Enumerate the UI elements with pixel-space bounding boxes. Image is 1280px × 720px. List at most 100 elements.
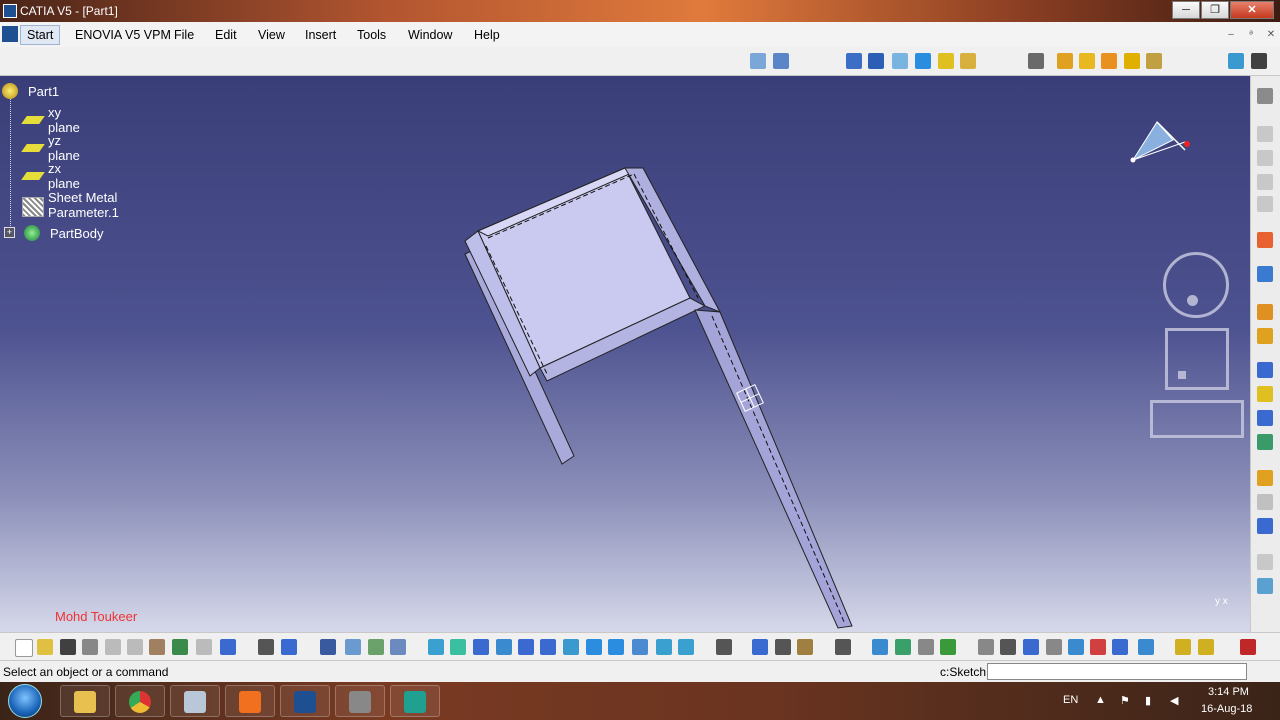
close-button[interactable]: ✕ — [1230, 1, 1274, 19]
compass-icon[interactable] — [1125, 112, 1205, 172]
hole-icon[interactable] — [1257, 304, 1273, 320]
unfold-icon[interactable] — [1146, 53, 1162, 69]
menu-enovia[interactable]: ENOVIA V5 VPM — [75, 28, 171, 42]
swap-visible-space-icon[interactable] — [750, 53, 766, 69]
menu-window[interactable]: Window — [408, 28, 452, 42]
create-plane-icon[interactable] — [960, 53, 976, 69]
sheet-metal-parameters-icon[interactable] — [1028, 53, 1044, 69]
zoom-in-icon[interactable] — [518, 639, 534, 655]
sketcher-icon[interactable] — [1257, 88, 1273, 104]
help-icon[interactable] — [220, 639, 236, 655]
zoom-navigation-icon[interactable] — [1150, 400, 1244, 438]
undo-icon[interactable] — [172, 639, 188, 655]
parameters-icon[interactable] — [1112, 639, 1128, 655]
fit-all-icon[interactable] — [846, 53, 862, 69]
flange-icon[interactable] — [1101, 53, 1117, 69]
menu-insert[interactable]: Insert — [305, 28, 336, 42]
publication-icon[interactable] — [390, 639, 406, 655]
taskbar-pen-tool[interactable] — [335, 685, 385, 717]
capture-icon[interactable] — [835, 639, 851, 655]
cut-icon[interactable] — [105, 639, 121, 655]
inertia-icon[interactable] — [1257, 174, 1273, 190]
bend-icon[interactable] — [1124, 53, 1140, 69]
wall-icon[interactable] — [1057, 53, 1073, 69]
scene-icon[interactable] — [940, 639, 956, 655]
lighting-icon[interactable] — [918, 639, 934, 655]
apply-material-icon[interactable] — [872, 639, 888, 655]
catalog-icon[interactable] — [1228, 53, 1244, 69]
boolean-icon[interactable] — [1138, 639, 1154, 655]
menu-file[interactable]: File — [174, 28, 194, 42]
constraint-icon[interactable] — [1000, 639, 1016, 655]
deactivate-icon[interactable] — [1090, 639, 1106, 655]
apply-material-icon[interactable] — [1257, 196, 1273, 212]
fit-all-in-icon[interactable] — [450, 639, 466, 655]
pattern-icon[interactable] — [1257, 434, 1273, 450]
pan-icon[interactable] — [473, 639, 489, 655]
fly-mode-icon[interactable] — [428, 639, 444, 655]
start-menu-icon[interactable] — [2, 26, 18, 42]
project-icon[interactable] — [716, 639, 732, 655]
command-input[interactable] — [987, 663, 1247, 680]
shading-icon[interactable] — [938, 53, 954, 69]
tray-arrow-icon[interactable]: ▲ — [1095, 694, 1106, 706]
open-icon[interactable] — [37, 639, 53, 655]
restore-button[interactable]: ❐ — [1201, 1, 1229, 19]
grid-icon[interactable] — [1046, 639, 1062, 655]
network-icon[interactable]: ▮ — [1145, 694, 1151, 707]
normal-view-icon[interactable] — [563, 639, 579, 655]
formula-icon[interactable] — [258, 639, 274, 655]
mdi-close-button[interactable]: ✕ — [1262, 26, 1280, 43]
3d-compass-icon[interactable] — [752, 639, 768, 655]
layer-icon[interactable] — [1068, 639, 1084, 655]
multi-view-icon[interactable] — [892, 53, 908, 69]
save-management-icon[interactable] — [1251, 53, 1267, 69]
isometric-view-icon[interactable] — [915, 53, 931, 69]
menu-view[interactable]: View — [258, 28, 285, 42]
menu-tools[interactable]: Tools — [357, 28, 386, 42]
menu-start[interactable]: Start — [20, 25, 61, 45]
zoom-out-icon[interactable] — [540, 639, 556, 655]
quick-view-icon[interactable] — [608, 639, 624, 655]
menu-help[interactable]: Help — [474, 28, 500, 42]
clock-date[interactable]: 16-Aug-18 — [1201, 703, 1252, 715]
taskbar-editor[interactable] — [390, 685, 440, 717]
minimize-button[interactable]: ─ — [1172, 1, 1200, 19]
save-icon[interactable] — [60, 639, 76, 655]
sketch-icon[interactable] — [1257, 266, 1273, 282]
user-pattern-icon[interactable] — [1257, 518, 1273, 534]
unfold-view-icon[interactable] — [1198, 639, 1214, 655]
normal-view-icon[interactable] — [868, 53, 884, 69]
action-center-icon[interactable]: ⚑ — [1120, 694, 1130, 707]
3d-viewport[interactable]: Part1 xy plane yz plane zx plane Sheet M… — [0, 76, 1250, 632]
select-icon[interactable] — [1257, 232, 1273, 248]
copy-icon[interactable] — [127, 639, 143, 655]
sheet-metal-part-model[interactable] — [0, 76, 1250, 632]
comment-icon[interactable] — [281, 639, 297, 655]
hide-show-icon[interactable] — [773, 53, 789, 69]
pan-navigation-icon[interactable] — [1165, 328, 1229, 390]
cutout-icon[interactable] — [1257, 328, 1273, 344]
stamp-icon[interactable] — [1257, 386, 1273, 402]
rotate-icon[interactable] — [496, 639, 512, 655]
fold-icon[interactable] — [1175, 639, 1191, 655]
measure-between-icon[interactable] — [797, 639, 813, 655]
extrusion-icon[interactable] — [1079, 53, 1095, 69]
axis-system-icon[interactable] — [1023, 639, 1039, 655]
check-icon[interactable] — [1257, 578, 1273, 594]
catalog-browser-icon[interactable] — [345, 639, 361, 655]
paste-icon[interactable] — [149, 639, 165, 655]
volume-icon[interactable]: ◀ — [1170, 694, 1178, 707]
redo-icon[interactable] — [196, 639, 212, 655]
measure-icon[interactable] — [1257, 126, 1273, 142]
menu-edit[interactable]: Edit — [215, 28, 237, 42]
swap-visible-space-icon[interactable] — [678, 639, 694, 655]
print-icon[interactable] — [82, 639, 98, 655]
taskbar-catia[interactable] — [280, 685, 330, 717]
render-icon[interactable] — [895, 639, 911, 655]
view-mode-icon[interactable] — [632, 639, 648, 655]
update-icon[interactable] — [978, 639, 994, 655]
taskbar-calculator[interactable] — [170, 685, 220, 717]
create-multi-view-icon[interactable] — [586, 639, 602, 655]
snap-icon[interactable] — [775, 639, 791, 655]
